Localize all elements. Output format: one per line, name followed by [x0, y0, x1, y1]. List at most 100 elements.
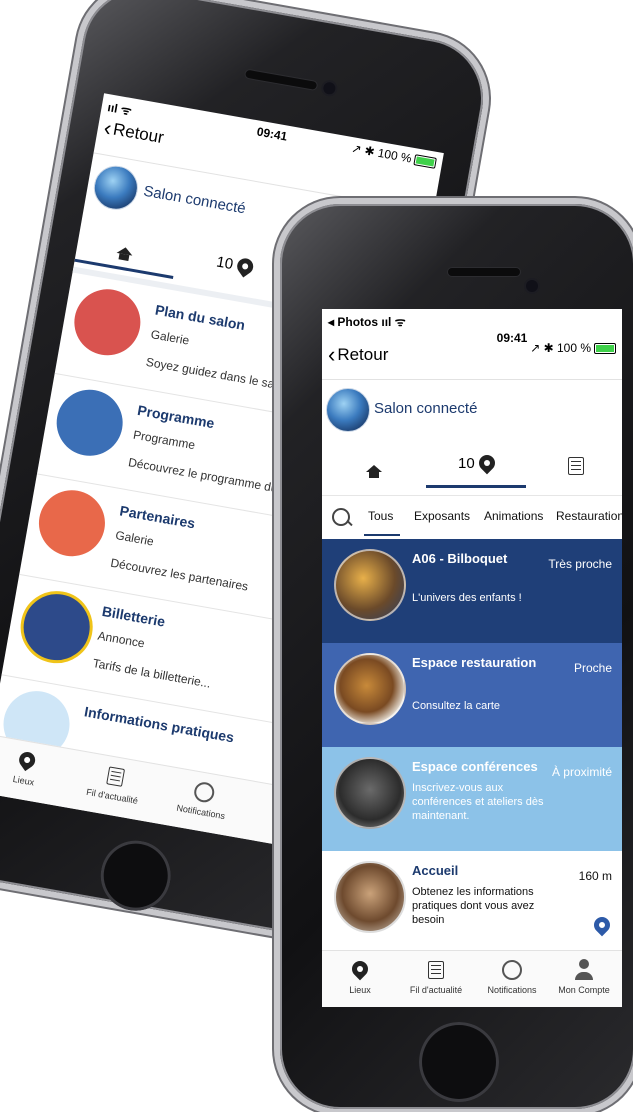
- app-header: Salon connecté: [322, 379, 622, 438]
- notification-icon: [163, 773, 246, 811]
- item-title: Billetterie: [100, 602, 167, 630]
- item-title: Programme: [136, 402, 216, 432]
- place-card[interactable]: A06 - Bilboquet Très proche L'univers de…: [322, 539, 622, 643]
- battery-icon: [594, 343, 616, 355]
- item-title: Plan du salon: [153, 301, 247, 334]
- item-title: Partenaires: [118, 502, 197, 532]
- nav-label: Notifications: [487, 985, 537, 995]
- front-phone: ◂ Photos ııl ᯤ 09:41 ↗ ✱ 100 % ‹ Retour S…: [280, 204, 633, 1109]
- news-feed-icon: [398, 957, 474, 981]
- card-description: Consultez la carte: [412, 700, 501, 712]
- handshake-icon: [33, 484, 111, 562]
- nav-label: Mon Compte: [558, 985, 610, 995]
- user-icon: [546, 957, 622, 981]
- back-button[interactable]: ‹Retour: [328, 342, 389, 367]
- notification-icon: [474, 957, 550, 981]
- location-icon: [322, 957, 398, 981]
- battery-text: ↗ ✱ 100 %: [350, 141, 413, 166]
- item-subtitle: Galerie: [114, 528, 155, 549]
- calendar-icon: [51, 384, 128, 461]
- front-camera: [322, 81, 337, 96]
- tab-home[interactable]: [116, 240, 135, 260]
- nav-fil[interactable]: Fil d'actualité: [72, 757, 157, 808]
- item-subtitle: Galerie: [149, 327, 191, 348]
- back-label: Retour: [337, 345, 389, 364]
- item-description: Découvrez les partenaires: [109, 555, 250, 594]
- location-icon: [0, 741, 69, 779]
- nav-label: Lieux: [349, 985, 371, 995]
- filter-restauration[interactable]: Restauration: [556, 509, 622, 523]
- filter-tous[interactable]: Tous: [368, 509, 393, 523]
- nav-account[interactable]: Mon Compte: [546, 957, 622, 995]
- filter-animations[interactable]: Animations: [484, 509, 543, 523]
- place-photo: [334, 653, 406, 725]
- home-button[interactable]: [95, 835, 177, 917]
- status-left: ◂ Photos ııl ᯤ: [328, 315, 406, 329]
- speaker: [244, 69, 318, 90]
- filter-exposants[interactable]: Exposants: [414, 509, 470, 523]
- tab-bar: 10: [322, 445, 622, 489]
- battery-text: ↗ ✱ 100 %: [530, 341, 591, 355]
- place-card[interactable]: Accueil 160 m Obtenez les informations p…: [322, 851, 622, 947]
- places-count: 10: [458, 455, 475, 472]
- bottom-nav: Lieux Fil d'actualité Notifications Mon …: [322, 950, 622, 1007]
- item-subtitle: Annonce: [96, 628, 146, 651]
- search-icon[interactable]: [332, 508, 350, 526]
- nav-fil[interactable]: Fil d'actualité: [398, 957, 474, 995]
- battery-icon: [413, 154, 437, 170]
- home-icon: [116, 245, 134, 256]
- place-photo: [334, 861, 406, 933]
- app-title: Salon connecté: [142, 182, 248, 218]
- chevron-left-icon: ‹: [328, 342, 336, 367]
- list-icon: [568, 457, 584, 475]
- place-photo: [334, 549, 406, 621]
- speaker: [448, 268, 520, 276]
- front-camera: [526, 280, 538, 292]
- tab-places[interactable]: 10: [215, 253, 257, 278]
- nav-label: Fil d'actualité: [409, 985, 463, 995]
- card-description: L'univers des enfants !: [412, 592, 522, 604]
- clipboard-icon: [69, 284, 146, 361]
- item-description: Découvrez le programme du s: [127, 455, 288, 497]
- card-title: Espace conférences: [412, 759, 538, 774]
- card-title: A06 - Bilboquet: [412, 551, 508, 566]
- front-screen: ◂ Photos ııl ᯤ 09:41 ↗ ✱ 100 % ‹ Retour S…: [322, 309, 622, 1007]
- place-card[interactable]: Espace restauration Proche Consultez la …: [322, 643, 622, 747]
- item-description: Soyez guidez dans le salon: [144, 354, 292, 394]
- places-count: 10: [215, 253, 235, 274]
- app-title: Salon connecté: [374, 400, 478, 417]
- card-distance: À proximité: [551, 765, 612, 779]
- card-description: Obtenez les informations pratiques dont …: [412, 886, 535, 926]
- status-right: ↗ ✱ 100 %: [530, 341, 616, 355]
- tab-home[interactable]: [366, 459, 382, 478]
- place-card[interactable]: Espace conférences À proximité Inscrivez…: [322, 747, 622, 851]
- map-pin-icon: [233, 255, 257, 278]
- status-bar: ◂ Photos ııl ᯤ 09:41 ↗ ✱ 100 %: [322, 309, 622, 355]
- tab-feed[interactable]: [568, 457, 584, 479]
- active-tab-indicator: [426, 485, 526, 488]
- nav-label: Lieux: [12, 773, 35, 788]
- map-pin-icon: [475, 451, 499, 475]
- item-subtitle: Programme: [132, 427, 197, 453]
- filter-bar: Tous Exposants Animations Restauration: [322, 495, 622, 541]
- card-distance: Très proche: [548, 557, 612, 571]
- card-title: Espace restauration: [412, 655, 537, 670]
- nav-notifications[interactable]: Notifications: [161, 773, 246, 824]
- app-avatar: [90, 162, 142, 214]
- map-pin-icon[interactable]: [590, 913, 614, 937]
- nav-lieux[interactable]: Lieux: [322, 957, 398, 995]
- card-distance: Proche: [573, 661, 612, 675]
- status-right: ↗ ✱ 100 %: [350, 141, 437, 170]
- home-button[interactable]: [419, 1022, 499, 1102]
- active-filter-indicator: [364, 534, 400, 536]
- card-distance: 160 m: [578, 869, 612, 883]
- tab-places[interactable]: 10: [458, 451, 499, 475]
- nav-notifications[interactable]: Notifications: [474, 957, 550, 995]
- app-avatar: [326, 388, 370, 432]
- nav-lieux[interactable]: Lieux: [0, 741, 69, 792]
- item-description: Tarifs de la billetterie...: [91, 656, 212, 691]
- place-photo: [334, 757, 406, 829]
- home-icon: [366, 465, 382, 478]
- ticket-icon: [14, 585, 99, 669]
- card-description: Inscrivez-vous aux conférences et atelie…: [412, 782, 544, 822]
